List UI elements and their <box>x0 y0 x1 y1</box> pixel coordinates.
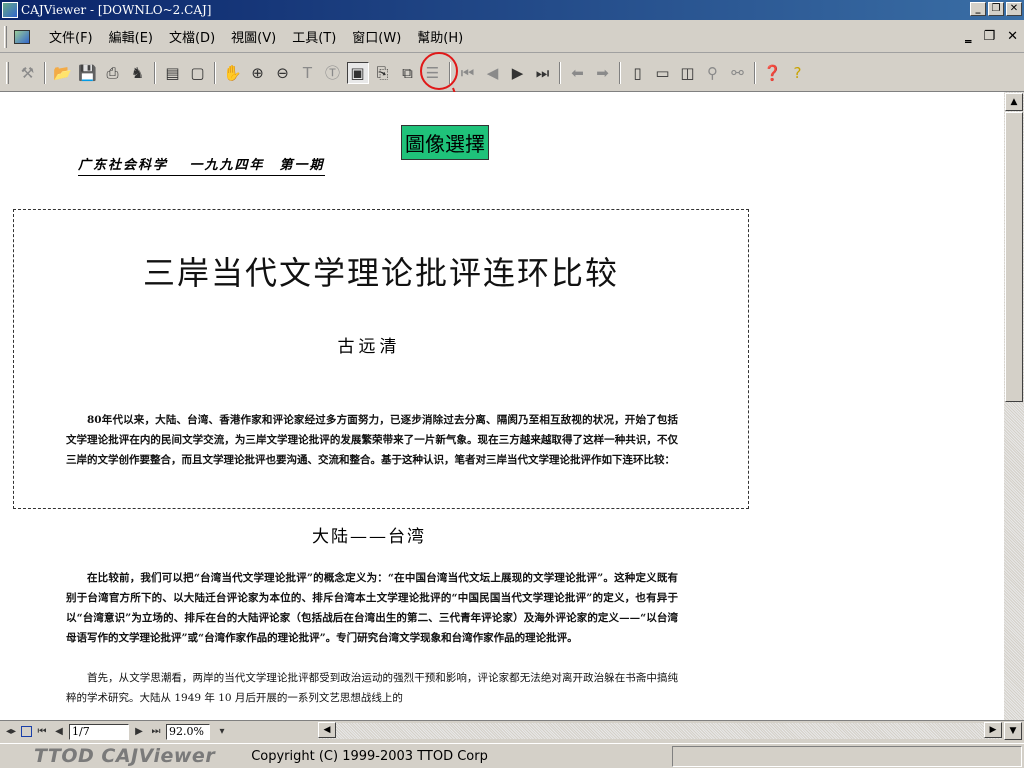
save-icon[interactable]: 💾 <box>77 62 99 84</box>
last-page-icon[interactable]: ⏭ <box>532 62 554 84</box>
app-icon[interactable] <box>2 2 18 18</box>
zoom-in-icon[interactable]: ⊕ <box>247 62 269 84</box>
nav-last-icon[interactable]: ⏭ <box>149 725 163 739</box>
bookmark-icon[interactable]: ♞ <box>127 62 149 84</box>
print-icon[interactable]: ⎙ <box>102 62 124 84</box>
back-icon[interactable]: ⬅ <box>567 62 589 84</box>
menu-bar: 文件(F) 編輯(E) 文檔(D) 視圖(V) 工具(T) 窗口(W) 幫助(H… <box>0 21 1024 53</box>
paragraph: 80年代以来，大陆、台湾、香港作家和评论家经过多方面努力，已逐步消除过去分离、隔… <box>66 414 678 466</box>
page-view-icon[interactable]: ▢ <box>187 62 209 84</box>
paper-author: 古远清 <box>337 337 401 357</box>
doc-minimize-button[interactable]: ‗ <box>965 29 972 44</box>
nav-next-icon[interactable]: ▶ <box>132 725 146 739</box>
status-pane <box>672 746 1022 767</box>
facing-icon[interactable]: ◫ <box>677 62 699 84</box>
tools-icon[interactable]: ⚒ <box>17 62 39 84</box>
menu-window[interactable]: 窗口(W) <box>344 25 409 48</box>
menu-file[interactable]: 文件(F) <box>41 25 101 48</box>
select-image-icon[interactable]: ▣ <box>346 61 369 84</box>
toolbar: ⚒ 📂 💾 ⎙ ♞ ▤ ▢ ✋ ⊕ ⊖ T Ⓣ ▣ ⎘ ⧉ ☰ ⏮ ◀ ▶ ⏭ … <box>0 54 1024 92</box>
doc-restore-button[interactable]: ❐ <box>983 29 995 44</box>
toolbar-separator <box>154 61 156 84</box>
toolbar-separator <box>754 61 756 84</box>
maximize-button[interactable]: ❐ <box>988 2 1004 16</box>
snapshot-icon[interactable]: ⧉ <box>397 62 419 84</box>
thumbnail-view-icon[interactable]: ▤ <box>162 62 184 84</box>
find-icon[interactable]: ⚲ <box>702 62 724 84</box>
whats-this-icon[interactable]: ? <box>787 62 809 84</box>
scroll-right-button[interactable]: ▶ <box>984 722 1002 738</box>
status-bar: TTOD CAJViewer Copyright (C) 1999-2003 T… <box>0 743 1024 768</box>
next-page-icon[interactable]: ▶ <box>507 62 529 84</box>
annotation-label: 圖像選擇 <box>401 125 489 160</box>
copy-icon[interactable]: ⎘ <box>372 62 394 84</box>
single-page-icon[interactable]: ▯ <box>627 62 649 84</box>
scroll-up-button[interactable]: ▲ <box>1005 93 1023 111</box>
find-next-icon[interactable]: ⚯ <box>727 62 749 84</box>
first-page-icon[interactable]: ⏮ <box>457 62 479 84</box>
toolbar-grip[interactable] <box>6 61 9 84</box>
nav-mode-icon[interactable]: ◂▸ <box>4 725 18 739</box>
zoom-out-icon[interactable]: ⊖ <box>272 62 294 84</box>
journal-header: 广东社会科学 一九九四年 第一期 <box>78 154 325 176</box>
forward-icon[interactable]: ➡ <box>592 62 614 84</box>
text-icon[interactable]: Ⓣ <box>322 62 344 84</box>
title-bar: CAJViewer - [DOWNLO~2.CAJ] _ ❐ ✕ <box>0 0 1024 20</box>
paragraph: 在比较前，我们可以把“台湾当代文学理论批评”的概念定义为：“在中国台湾当代文坛上… <box>66 572 678 644</box>
continuous-icon[interactable]: ▭ <box>652 62 674 84</box>
zoom-dropdown-icon[interactable]: ▾ <box>213 725 231 739</box>
open-folder-icon[interactable]: 📂 <box>52 62 74 84</box>
prev-page-icon[interactable]: ◀ <box>482 62 504 84</box>
toolbar-separator <box>44 61 46 84</box>
menu-edit[interactable]: 編輯(E) <box>101 25 161 48</box>
section-heading: 大陆——台湾 <box>312 527 426 547</box>
close-button[interactable]: ✕ <box>1006 2 1022 16</box>
cajviewer-window: CAJViewer - [DOWNLO~2.CAJ] _ ❐ ✕ 文件(F) 編… <box>0 0 1024 768</box>
nav-prev-icon[interactable]: ◀ <box>52 725 66 739</box>
brand-logo: TTOD CAJViewer <box>34 745 216 767</box>
toolbar-separator <box>559 61 561 84</box>
menu-tools[interactable]: 工具(T) <box>284 25 344 48</box>
help-icon[interactable]: ❓ <box>762 62 784 84</box>
menu-view[interactable]: 視圖(V) <box>223 25 284 48</box>
page-number-field[interactable]: 1/7 <box>69 723 129 740</box>
menu-document[interactable]: 文檔(D) <box>161 25 223 48</box>
paragraph: 首先，从文学思潮看，两岸的当代文学理论批评都受到政治运动的强烈干预和影响，评论家… <box>66 672 678 704</box>
scroll-down-button[interactable]: ▼ <box>1004 722 1022 740</box>
vertical-scrollbar[interactable]: ▲ <box>1004 92 1024 720</box>
window-title: CAJViewer - [DOWNLO~2.CAJ] <box>21 3 212 17</box>
toolbar-separator <box>619 61 621 84</box>
select-text-icon[interactable]: T <box>297 62 319 84</box>
paper-title: 三岸当代文学理论批评连环比较 <box>142 254 619 292</box>
toolbar-separator <box>214 61 216 84</box>
document-icon[interactable] <box>11 28 33 46</box>
doc-close-button[interactable]: ✕ <box>1007 29 1018 44</box>
menu-help[interactable]: 幫助(H) <box>409 25 471 48</box>
zoom-field[interactable]: 92.0% <box>166 723 210 740</box>
horizontal-scrollbar[interactable]: ◀ ▶ <box>318 722 1002 739</box>
copyright-text: Copyright (C) 1999-2003 TTOD Corp <box>251 748 488 764</box>
menu-grip[interactable] <box>4 25 7 48</box>
scroll-thumb[interactable] <box>1005 112 1023 402</box>
scroll-left-button[interactable]: ◀ <box>318 722 336 738</box>
highlight-circle <box>420 52 458 90</box>
hand-tool-icon[interactable]: ✋ <box>222 62 244 84</box>
nav-first-icon[interactable]: ⏮ <box>35 725 49 739</box>
minimize-button[interactable]: _ <box>970 2 986 16</box>
nav-page-icon[interactable] <box>21 726 32 737</box>
